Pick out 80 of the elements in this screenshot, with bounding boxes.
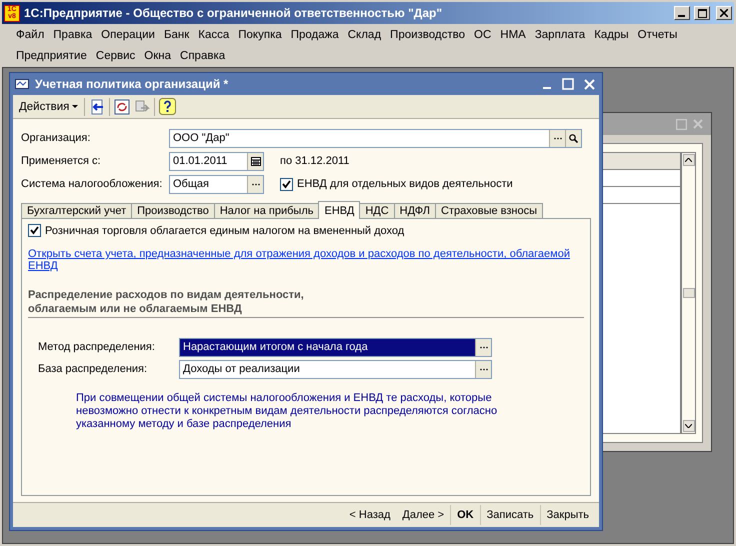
date-field[interactable]: 01.01.2011 (169, 152, 264, 170)
close-button[interactable] (716, 6, 732, 20)
calendar-button[interactable] (247, 152, 263, 170)
field-label: Применяется с: (21, 155, 102, 167)
checkbox-label: Розничная торговля облагается единым налогом на вмененный доход (45, 224, 404, 236)
maximize-icon (676, 118, 687, 130)
accounts-link[interactable]: Открыть счета учета, предназначенные для отражения доходов и расходов по деятельности, облагаемой ЕНВД (28, 248, 584, 272)
calendar-icon (250, 156, 260, 166)
arrow-left-icon[interactable] (89, 98, 106, 114)
menu-item[interactable]: Продажа (290, 28, 339, 40)
tab[interactable]: Производство (131, 203, 215, 219)
dialog-title: Учетная политика организаций * (35, 77, 228, 91)
caret-down-icon (72, 104, 78, 108)
menu-item[interactable]: Склад (348, 28, 382, 40)
menu-item[interactable]: Производство (390, 28, 466, 40)
ellipsis-icon (478, 368, 488, 370)
actions-menu-button[interactable]: Действия (17, 96, 80, 116)
form-icon (15, 79, 29, 89)
maximize-icon (698, 8, 706, 18)
checkbox[interactable] (28, 224, 41, 237)
input-field[interactable]: Общая (169, 174, 264, 194)
ellipsis-icon (478, 346, 488, 348)
caret-up-icon (685, 158, 692, 162)
section-heading: Распределение расходов по видам деятельности, облагаемым или не облагаемым ЕНВД (28, 288, 584, 318)
period-text: по 31.12.2011 (280, 155, 350, 167)
menu-item[interactable]: Кадры (594, 28, 629, 40)
footer-button[interactable]: Закрыть (540, 505, 595, 525)
tab[interactable]: ЕНВД (318, 201, 360, 219)
menu-item[interactable]: Банк (164, 28, 190, 40)
search-button[interactable] (565, 130, 581, 146)
close-icon[interactable] (584, 78, 595, 90)
refresh-icon[interactable] (114, 98, 130, 114)
checkbox-label: ЕНВД для отдельных видов деятельности (297, 178, 513, 190)
tab[interactable]: НДФЛ (394, 203, 436, 219)
menu-item[interactable]: Покупка (238, 28, 282, 40)
ellipsis-icon (250, 182, 260, 186)
field-label: Организация: (21, 132, 92, 144)
caret-down-icon (685, 424, 692, 428)
menu-item[interactable]: ОС (474, 28, 492, 40)
footer-button[interactable]: Записать (480, 505, 540, 525)
ellipsis-icon (552, 136, 562, 140)
menu-item[interactable]: Отчеты (638, 28, 678, 40)
tab[interactable]: НДС (359, 203, 395, 219)
tab[interactable]: Бухгалтерский учет (21, 203, 132, 219)
menu-item[interactable]: Предприятие (16, 50, 87, 62)
menu-item[interactable]: Сервис (96, 50, 136, 62)
choose-button[interactable] (475, 338, 491, 356)
footer-button[interactable]: OK (450, 505, 480, 525)
menu-item[interactable]: Справка (180, 50, 226, 62)
hint-text: При совмещении общей системы налогообложения и ЕНВД те расходы, которые невозможно отнести к конкретным видам деятельности распределяются согласно указанному методу и базе распределения (76, 392, 498, 431)
window-title: 1С:Предприятие - Общество с ограниченной ответственностью "Дар" (24, 6, 444, 20)
close-icon (693, 119, 703, 129)
tab[interactable]: Налог на прибыль (214, 203, 320, 219)
tab[interactable]: Страховые взносы (435, 203, 544, 219)
scrollbar[interactable] (681, 152, 696, 434)
menu-item[interactable]: Правка (53, 28, 92, 40)
menu-item[interactable]: НМА (500, 28, 526, 40)
minimize-button[interactable] (674, 6, 690, 20)
choose-button[interactable] (475, 360, 491, 378)
menu-item[interactable]: Окна (144, 50, 172, 62)
field-label: Система налогообложения: (21, 178, 164, 190)
field-label: Метод распределения: (38, 341, 156, 353)
choose-button[interactable] (247, 176, 263, 192)
help-icon[interactable] (159, 98, 176, 115)
checkbox[interactable] (280, 178, 293, 190)
scroll-thumb[interactable] (682, 288, 694, 298)
menu-item[interactable]: Касса (198, 28, 230, 40)
search-icon (569, 134, 578, 142)
menu-item[interactable]: Файл (16, 28, 44, 40)
input-field[interactable]: Доходы от реализации (179, 360, 492, 378)
input-field[interactable]: ООО "Дар" (169, 128, 582, 148)
input-field[interactable]: Нарастающим итогом с начала года (179, 338, 492, 356)
footer-button[interactable]: < Назад (343, 505, 396, 525)
maximize-icon[interactable] (562, 78, 574, 90)
field-label: База распределения: (38, 363, 148, 375)
maximize-button[interactable] (694, 6, 710, 20)
footer-button[interactable]: Далее > (396, 505, 450, 525)
menu-item[interactable]: Зарплата (534, 28, 586, 40)
close-icon (720, 9, 728, 17)
menu-item[interactable]: Операции (101, 28, 155, 40)
